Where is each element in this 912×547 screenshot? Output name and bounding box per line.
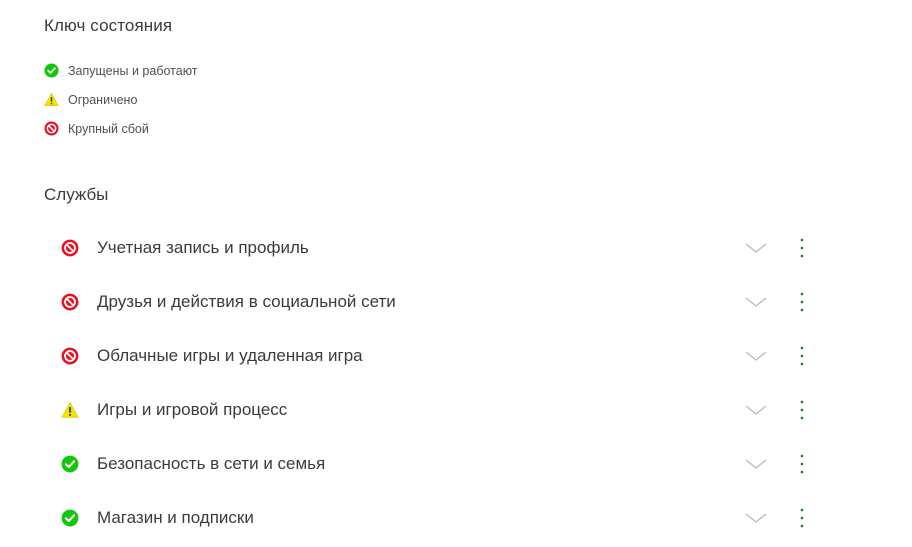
services-title: Службы <box>44 185 109 204</box>
service-row-games-gameplay[interactable]: Игры и игровой процесс <box>0 383 912 437</box>
service-name: Друзья и действия в социальной сети <box>97 292 396 311</box>
status-page: Ключ состояния Запущены и работают Огран… <box>0 0 912 547</box>
service-row-online-safety-family[interactable]: Безопасность в сети и семья <box>0 437 912 491</box>
blocked-icon <box>61 293 79 311</box>
warning-icon <box>44 92 59 107</box>
more-options-icon[interactable] <box>794 507 810 529</box>
more-options-icon[interactable] <box>794 453 810 475</box>
service-name: Магазин и подписки <box>97 508 254 527</box>
service-list: Учетная запись и профиль Друзья и действ… <box>0 221 912 545</box>
chevron-down-icon[interactable] <box>744 349 768 363</box>
blocked-icon <box>61 239 79 257</box>
check-circle-icon <box>44 63 59 78</box>
service-row-friends-social[interactable]: Друзья и действия в социальной сети <box>0 275 912 329</box>
more-options-icon[interactable] <box>794 345 810 367</box>
service-name: Учетная запись и профиль <box>97 238 309 257</box>
chevron-down-icon[interactable] <box>744 295 768 309</box>
more-options-icon[interactable] <box>794 291 810 313</box>
legend-label-blocked: Крупный сбой <box>68 121 149 136</box>
legend-label-ok: Запущены и работают <box>68 63 198 78</box>
service-row-account-profile[interactable]: Учетная запись и профиль <box>0 221 912 275</box>
service-name: Облачные игры и удаленная игра <box>97 346 363 365</box>
legend-item-warning: Ограничено <box>44 85 198 114</box>
service-name: Игры и игровой процесс <box>97 400 288 419</box>
blocked-icon <box>61 347 79 365</box>
warning-icon <box>61 401 79 419</box>
status-key-legend: Запущены и работают Ограничено Крупный с… <box>44 56 198 143</box>
chevron-down-icon[interactable] <box>744 241 768 255</box>
legend-item-ok: Запущены и работают <box>44 56 198 85</box>
service-name: Безопасность в сети и семья <box>97 454 326 473</box>
chevron-down-icon[interactable] <box>744 403 768 417</box>
chevron-down-icon[interactable] <box>744 511 768 525</box>
check-circle-icon <box>61 455 79 473</box>
legend-item-blocked: Крупный сбой <box>44 114 198 143</box>
check-circle-icon <box>61 509 79 527</box>
legend-label-warning: Ограничено <box>68 92 138 107</box>
chevron-down-icon[interactable] <box>744 457 768 471</box>
service-row-cloud-gaming[interactable]: Облачные игры и удаленная игра <box>0 329 912 383</box>
service-row-store-subscriptions[interactable]: Магазин и подписки <box>0 491 912 545</box>
status-key-title: Ключ состояния <box>44 16 173 35</box>
blocked-icon <box>44 121 59 136</box>
more-options-icon[interactable] <box>794 237 810 259</box>
more-options-icon[interactable] <box>794 399 810 421</box>
